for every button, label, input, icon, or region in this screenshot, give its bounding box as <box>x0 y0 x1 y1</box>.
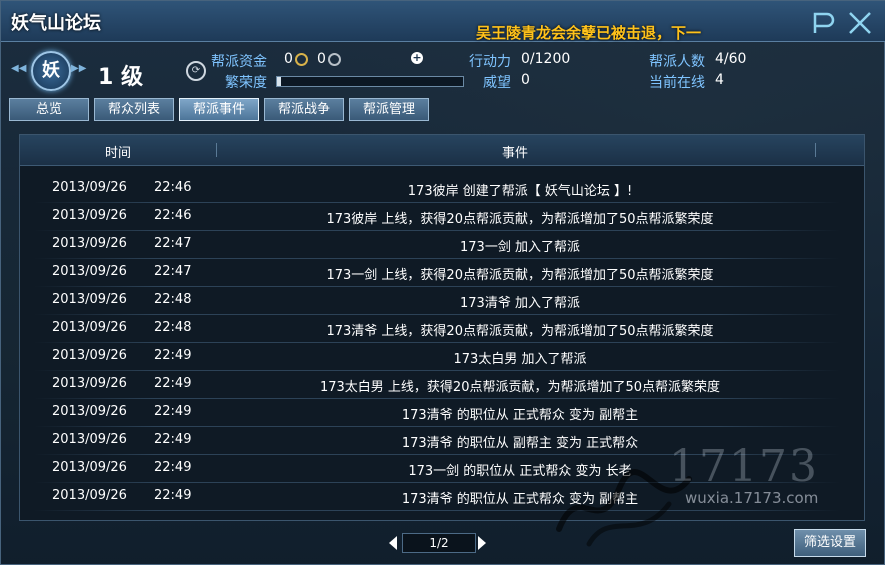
funds-silver: 0 <box>317 51 341 67</box>
tab-member-list[interactable]: 帮众列表 <box>94 98 174 121</box>
column-divider <box>216 143 217 157</box>
tab-guild-events[interactable]: 帮派事件 <box>179 98 259 121</box>
funds-gold-value: 0 <box>284 51 293 67</box>
help-icon <box>813 12 835 33</box>
event-date: 2013/09/26 <box>52 236 127 251</box>
event-date: 2013/09/26 <box>52 320 127 335</box>
guild-window: 妖气山论坛 吴王陵青龙会余孽已被击退，下一 ◀◀ 妖 ▶▶ 1 级 ⟳ 帮派资金… <box>0 0 885 565</box>
next-page-icon[interactable] <box>478 536 486 550</box>
title-bar: 妖气山论坛 吴王陵青龙会余孽已被击退，下一 <box>1 1 885 42</box>
event-date: 2013/09/26 <box>52 208 127 223</box>
table-header: 时间 事件 <box>20 135 864 166</box>
tab-guild-war[interactable]: 帮派战争 <box>264 98 344 121</box>
table-row: 2013/09/26 22:46 173彼岸 创建了帮派【 妖气山论坛 】! <box>20 175 864 203</box>
close-button[interactable] <box>846 9 874 37</box>
event-description: 173一剑 上线，获得20点帮派贡献，为帮派增加了50点帮派繁荣度 <box>326 268 714 283</box>
event-description: 173彼岸 上线，获得20点帮派贡献，为帮派增加了50点帮派繁荣度 <box>326 212 714 227</box>
event-time: 22:46 <box>154 180 192 195</box>
table-row: 2013/09/26 22:49 173清爷 的职位从 正式帮众 变为 副帮主 <box>20 399 864 427</box>
online-value: 4 <box>715 72 724 88</box>
prestige-label: 威望 <box>483 75 511 91</box>
members-value: 4/60 <box>715 51 747 67</box>
event-date: 2013/09/26 <box>52 292 127 307</box>
event-time: 22:47 <box>154 264 192 279</box>
prosperity-bar <box>276 76 464 87</box>
table-row: 2013/09/26 22:49 173太白男 加入了帮派 <box>20 343 864 371</box>
tab-overview[interactable]: 总览 <box>9 98 89 121</box>
prev-page-icon[interactable] <box>389 536 397 550</box>
event-time: 22:48 <box>154 320 192 335</box>
event-time: 22:47 <box>154 236 192 251</box>
event-description: 173清爷 上线，获得20点帮派贡献，为帮派增加了50点帮派繁荣度 <box>326 324 714 339</box>
action-points-label: 行动力 <box>469 54 511 70</box>
gold-coin-icon <box>294 52 308 66</box>
guild-level: 1 级 <box>98 65 143 90</box>
guild-emblem: 妖 <box>31 51 71 91</box>
event-time: 22:49 <box>154 488 192 503</box>
close-icon <box>849 12 871 34</box>
event-description: 173彼岸 创建了帮派【 妖气山论坛 】! <box>407 184 633 199</box>
members-label: 帮派人数 <box>649 54 705 70</box>
event-date: 2013/09/26 <box>52 348 127 363</box>
funds-label: 帮派资金 <box>211 54 267 70</box>
column-event: 事件 <box>501 146 528 161</box>
event-date: 2013/09/26 <box>52 376 127 391</box>
silver-coin-icon <box>327 52 341 66</box>
funds-gold: 0 <box>284 51 308 67</box>
event-description: 173清爷 加入了帮派 <box>460 296 580 311</box>
event-time: 22:49 <box>154 376 192 391</box>
row-divider <box>34 510 840 511</box>
emblem-next-arrow-icon[interactable]: ▶▶ <box>71 63 86 74</box>
add-funds-icon[interactable]: + <box>411 52 423 64</box>
system-notice: 吴王陵青龙会余孽已被击退，下一 <box>476 24 702 42</box>
tab-guild-management[interactable]: 帮派管理 <box>349 98 429 121</box>
table-row: 2013/09/26 22:47 173一剑 加入了帮派 <box>20 231 864 259</box>
help-button[interactable] <box>809 9 837 37</box>
watermark-url: wuxia.17173.com <box>685 489 819 507</box>
event-description: 173太白男 上线，获得20点帮派贡献，为帮派增加了50点帮派繁荣度 <box>319 380 721 395</box>
prestige-value: 0 <box>521 72 530 88</box>
event-time: 22:48 <box>154 292 192 307</box>
guild-settings-icon[interactable]: ⟳ <box>186 61 206 81</box>
event-date: 2013/09/26 <box>52 460 127 475</box>
event-time: 22:49 <box>154 348 192 363</box>
filter-settings-button[interactable]: 筛选设置 <box>794 529 866 557</box>
watermark-number: 17173 <box>669 441 819 492</box>
emblem-prev-arrow-icon[interactable]: ◀◀ <box>11 63 26 74</box>
event-time: 22:49 <box>154 432 192 447</box>
funds-silver-value: 0 <box>317 51 326 67</box>
table-row: 2013/09/26 22:48 173清爷 上线，获得20点帮派贡献，为帮派增加了… <box>20 315 864 343</box>
table-row: 2013/09/26 22:47 173一剑 上线，获得20点帮派贡献，为帮派增加了… <box>20 259 864 287</box>
event-date: 2013/09/26 <box>52 488 127 503</box>
event-time: 22:49 <box>154 460 192 475</box>
event-date: 2013/09/26 <box>52 404 127 419</box>
prosperity-fill <box>277 77 281 86</box>
event-time: 22:49 <box>154 404 192 419</box>
event-date: 2013/09/26 <box>52 264 127 279</box>
event-description: 173太白男 加入了帮派 <box>453 352 587 367</box>
online-label: 当前在线 <box>649 75 705 91</box>
table-row: 2013/09/26 22:49 173太白男 上线，获得20点帮派贡献，为帮派增加… <box>20 371 864 399</box>
prosperity-label: 繁荣度 <box>225 75 267 91</box>
action-points-value: 0/1200 <box>521 51 571 67</box>
page-indicator: 1/2 <box>402 533 476 553</box>
table-row: 2013/09/26 22:48 173清爷 加入了帮派 <box>20 287 864 315</box>
event-description: 173一剑 加入了帮派 <box>460 240 580 255</box>
column-time: 时间 <box>104 146 131 161</box>
event-description: 173清爷 的职位从 正式帮众 变为 副帮主 <box>401 408 639 423</box>
table-row: 2013/09/26 22:46 173彼岸 上线，获得20点帮派贡献，为帮派增加了… <box>20 203 864 231</box>
event-time: 22:46 <box>154 208 192 223</box>
window-title: 妖气山论坛 <box>11 13 101 34</box>
event-date: 2013/09/26 <box>52 180 127 195</box>
event-date: 2013/09/26 <box>52 432 127 447</box>
column-divider <box>815 143 816 157</box>
